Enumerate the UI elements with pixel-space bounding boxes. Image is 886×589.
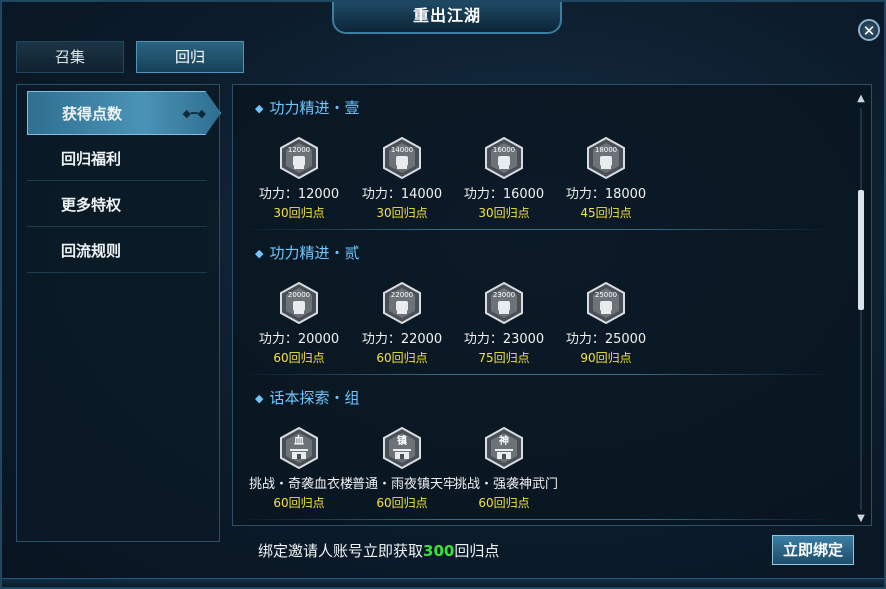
section-power-2: ◆ 功力精进・贰 20000 功力：20000 60回归点 22000 功力：2…	[233, 230, 843, 375]
gate-badge-icon: 血	[280, 427, 318, 469]
bind-inviter-hint: 绑定邀请人账号立即获取300回归点	[258, 540, 499, 561]
sidebar-item-label: 回流规则	[61, 242, 122, 260]
sidebar-item-return-rules[interactable]: 回流规则	[27, 229, 207, 273]
sidebar: 获得点数 ◆━◆ 回归福利 更多特权 回流规则	[16, 84, 221, 542]
fist-badge-icon: 20000	[280, 282, 318, 324]
hint-points-number: 300	[423, 542, 455, 560]
svg-text:25000: 25000	[595, 291, 617, 299]
return-event-window: 重出江湖 ✕ 召集 回归 获得点数 ◆━◆ 回归福利 更多特权 回流规则 ◆ 功力…	[0, 0, 886, 589]
reward-label: 挑战・奇袭血衣楼	[249, 477, 354, 492]
reward-label: 功力：23000	[463, 332, 545, 347]
scroll-up-arrow-icon[interactable]: ▲	[856, 92, 866, 106]
reward-item[interactable]: 22000 功力：22000 60回归点	[352, 282, 452, 366]
fist-badge-icon: 18000	[587, 137, 625, 179]
reward-points: 30回归点	[273, 206, 325, 220]
fist-badge-icon: 12000	[280, 137, 318, 179]
reward-points: 60回归点	[376, 496, 428, 510]
sidebar-item-label: 获得点数	[62, 105, 123, 123]
sidebar-item-label: 更多特权	[61, 196, 122, 214]
points-content-panel: ◆ 功力精进・壹 12000 功力：12000 30回归点 14000 功力：1…	[232, 84, 872, 526]
window-title: 重出江湖	[332, 2, 562, 34]
svg-text:神: 神	[499, 434, 509, 447]
section-title: ◆ 功力精进・壹	[255, 97, 359, 118]
active-marker-icon: ◆━◆	[182, 107, 206, 120]
reward-item[interactable]: 镇 普通・雨夜镇天牢 60回归点	[352, 427, 457, 511]
bind-now-button[interactable]: 立即绑定	[772, 535, 854, 565]
reward-label: 功力：22000	[361, 332, 443, 347]
svg-text:23000: 23000	[493, 291, 515, 299]
reward-points: 30回归点	[376, 206, 428, 220]
reward-item[interactable]: 12000 功力：12000 30回归点	[249, 137, 349, 221]
reward-item[interactable]: 神 挑战・强袭神武门 60回归点	[454, 427, 559, 511]
section-title-text: 功力精进・壹	[269, 99, 360, 117]
reward-item[interactable]: 18000 功力：18000 45回归点	[556, 137, 656, 221]
svg-text:18000: 18000	[595, 146, 617, 154]
svg-text:14000: 14000	[391, 146, 413, 154]
reward-item[interactable]: 20000 功力：20000 60回归点	[249, 282, 349, 366]
window-bottom-border	[2, 578, 884, 587]
reward-item[interactable]: 16000 功力：16000 30回归点	[454, 137, 554, 221]
tab-recall[interactable]: 召集	[16, 41, 124, 73]
diamond-icon: ◆	[255, 247, 264, 260]
close-icon: ✕	[862, 22, 876, 40]
diamond-icon: ◆	[255, 102, 264, 115]
svg-text:镇: 镇	[397, 434, 407, 447]
hint-suffix: 回归点	[454, 542, 500, 560]
reward-label: 挑战・强袭神武门	[454, 477, 559, 492]
sidebar-item-label: 回归福利	[61, 150, 122, 168]
diamond-icon: ◆	[255, 392, 264, 405]
svg-text:12000: 12000	[288, 146, 310, 154]
tab-return[interactable]: 回归	[136, 41, 244, 73]
svg-text:16000: 16000	[493, 146, 515, 154]
scroll-thumb[interactable]	[858, 190, 864, 310]
gate-badge-icon: 镇	[383, 427, 421, 469]
svg-text:血: 血	[294, 434, 304, 447]
section-divider	[241, 519, 835, 520]
reward-label: 功力：12000	[258, 187, 340, 202]
svg-text:22000: 22000	[391, 291, 413, 299]
gate-badge-icon: 神	[485, 427, 523, 469]
section-title: ◆ 功力精进・贰	[255, 242, 359, 263]
window-title-text: 重出江湖	[412, 6, 481, 25]
reward-points: 90回归点	[580, 351, 632, 365]
fist-badge-icon: 16000	[485, 137, 523, 179]
section-title-text: 话本探索・组	[269, 389, 360, 407]
sidebar-item-earn-points[interactable]: 获得点数 ◆━◆	[27, 91, 221, 135]
section-story-explore: ◆ 话本探索・组 血 挑战・奇袭血衣楼 60回归点 镇 普通・雨夜镇天牢 60回…	[233, 375, 843, 520]
reward-points: 30回归点	[478, 206, 530, 220]
section-title: ◆ 话本探索・组	[255, 387, 359, 408]
svg-text:20000: 20000	[288, 291, 310, 299]
reward-points: 60回归点	[376, 351, 428, 365]
reward-label: 功力：20000	[258, 332, 340, 347]
reward-label: 普通・雨夜镇天牢	[352, 477, 457, 492]
fist-badge-icon: 25000	[587, 282, 625, 324]
reward-points: 60回归点	[478, 496, 530, 510]
reward-item[interactable]: 25000 功力：25000 90回归点	[556, 282, 656, 366]
reward-points: 60回归点	[273, 351, 325, 365]
reward-item[interactable]: 14000 功力：14000 30回归点	[352, 137, 452, 221]
sidebar-item-return-benefits[interactable]: 回归福利	[27, 137, 207, 181]
section-power-1: ◆ 功力精进・壹 12000 功力：12000 30回归点 14000 功力：1…	[233, 85, 843, 230]
fist-badge-icon: 14000	[383, 137, 421, 179]
fist-badge-icon: 23000	[485, 282, 523, 324]
reward-label: 功力：18000	[565, 187, 647, 202]
reward-label: 功力：14000	[361, 187, 443, 202]
reward-points: 75回归点	[478, 351, 530, 365]
scroll-down-arrow-icon[interactable]: ▼	[856, 512, 866, 526]
reward-points: 45回归点	[580, 206, 632, 220]
reward-label: 功力：16000	[463, 187, 545, 202]
reward-label: 功力：25000	[565, 332, 647, 347]
reward-points: 60回归点	[273, 496, 325, 510]
content-scrollbar[interactable]: ▲ ▼	[856, 92, 866, 526]
sidebar-item-more-privileges[interactable]: 更多特权	[27, 183, 207, 227]
reward-item[interactable]: 血 挑战・奇袭血衣楼 60回归点	[249, 427, 354, 511]
section-title-text: 功力精进・贰	[269, 244, 360, 262]
reward-item[interactable]: 23000 功力：23000 75回归点	[454, 282, 554, 366]
fist-badge-icon: 22000	[383, 282, 421, 324]
hint-prefix: 绑定邀请人账号立即获取	[258, 542, 424, 560]
close-button[interactable]: ✕	[858, 19, 880, 41]
